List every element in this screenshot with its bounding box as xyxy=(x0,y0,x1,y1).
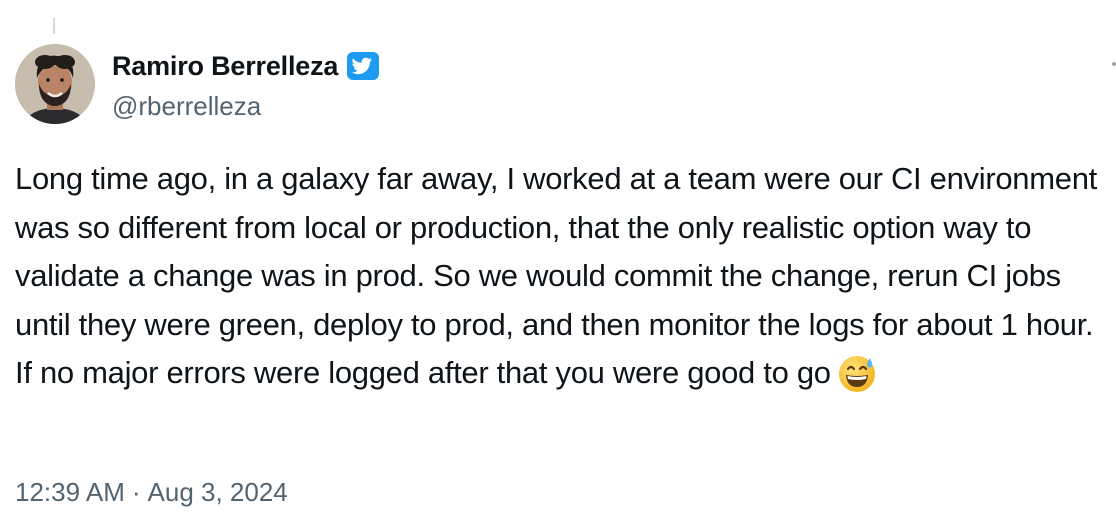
thread-connector-line xyxy=(53,18,55,34)
name-row: Ramiro Berrelleza xyxy=(112,48,380,84)
author-handle[interactable]: @rberrelleza xyxy=(112,90,380,122)
tweet-text: Long time ago, in a galaxy far away, I w… xyxy=(15,155,1110,398)
author-block[interactable]: Ramiro Berrelleza @rberrelleza xyxy=(112,48,380,122)
avatar-photo-icon xyxy=(15,44,95,124)
tweet-card: Ramiro Berrelleza @rberrelleza Long time… xyxy=(0,0,1116,530)
avatar[interactable] xyxy=(15,44,95,124)
tweet-timestamp[interactable]: 12:39 AM · Aug 3, 2024 xyxy=(15,474,288,510)
tweet-time[interactable]: 12:39 AM xyxy=(15,474,125,510)
meta-separator: · xyxy=(131,477,141,507)
author-display-name[interactable]: Ramiro Berrelleza xyxy=(112,51,338,82)
grinning-face-with-sweat-emoji-icon xyxy=(837,353,877,393)
verified-badge-icon[interactable] xyxy=(346,51,380,81)
tweet-text-content: Long time ago, in a galaxy far away, I w… xyxy=(15,161,1110,390)
more-options-icon[interactable] xyxy=(1112,62,1116,66)
tweet-date[interactable]: Aug 3, 2024 xyxy=(148,474,288,510)
